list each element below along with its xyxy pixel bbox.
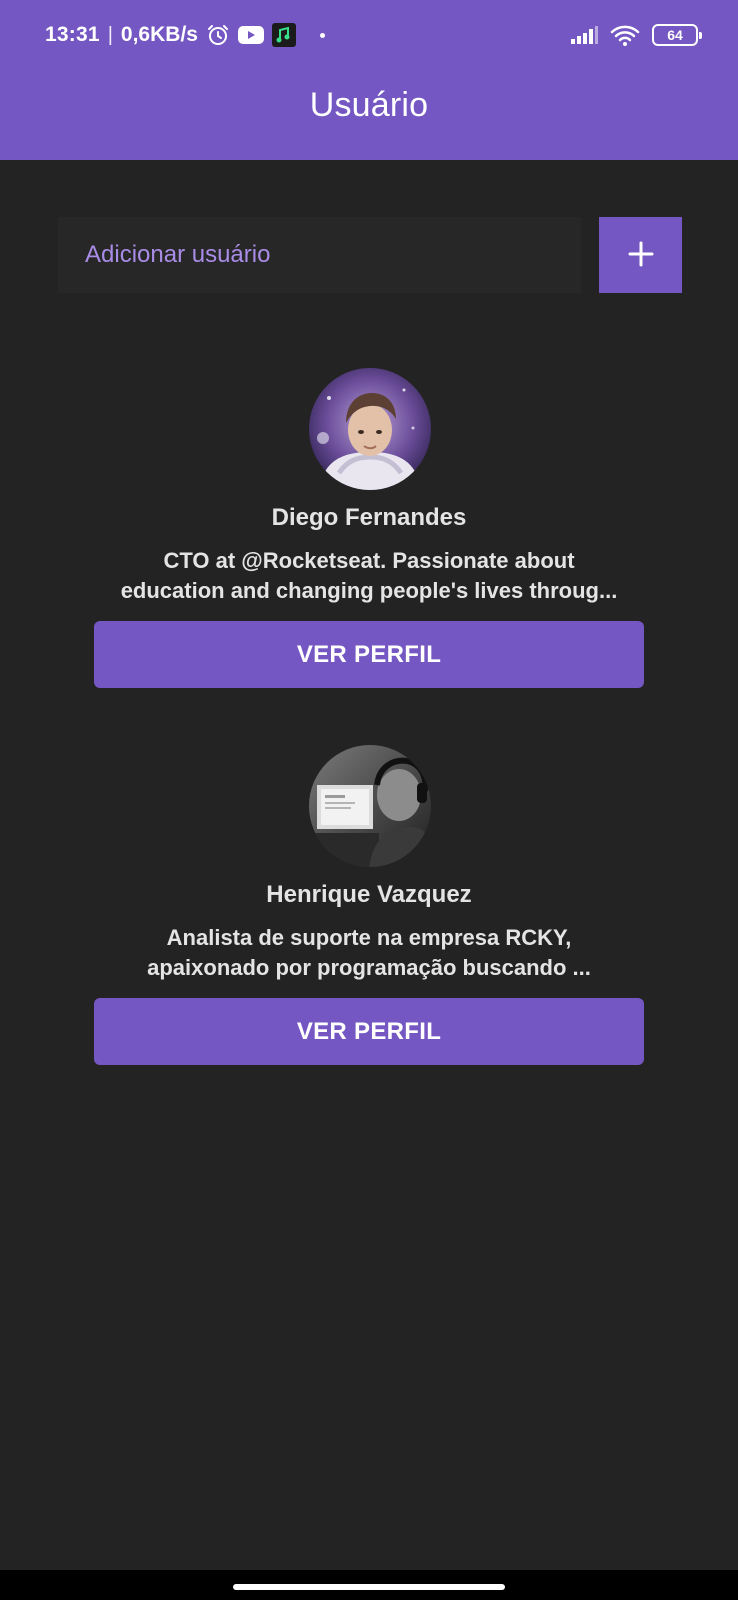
battery-level: 64 <box>667 27 683 43</box>
user-bio-line: apaixonado por programação buscando ... <box>147 955 591 980</box>
user-bio-line: Analista de suporte na empresa RCKY, <box>166 925 572 950</box>
user-bio-line: CTO at @Rocketseat. Passionate about <box>163 548 575 573</box>
view-profile-button[interactable]: VER PERFIL <box>94 998 644 1065</box>
avatar <box>309 745 431 867</box>
notification-dot <box>319 32 325 38</box>
status-separator: | <box>107 23 113 46</box>
user-bio-line: education and changing people's lives th… <box>120 578 618 603</box>
user-name: Henrique Vazquez <box>266 881 472 908</box>
add-user-input[interactable] <box>58 217 581 293</box>
app-header: 13:31 | 0,6KB/s 64 Usuário <box>0 0 738 160</box>
navigation-bar <box>0 1570 738 1600</box>
music-app-icon <box>271 23 296 47</box>
alarm-icon <box>206 23 230 47</box>
screen: 13:31 | 0,6KB/s 64 Usuário Adicionar usu… <box>0 0 738 1600</box>
view-profile-button[interactable]: VER PERFIL <box>94 621 644 688</box>
avatar <box>309 368 431 490</box>
status-time: 13:31 <box>45 23 100 46</box>
user-name: Diego Fernandes <box>271 504 467 531</box>
status-right: 64 <box>570 20 702 50</box>
plus-icon <box>628 241 654 270</box>
add-user-button[interactable] <box>599 217 682 293</box>
battery-icon: 64 <box>652 24 702 46</box>
signal-icon <box>570 25 598 45</box>
youtube-icon <box>237 25 264 45</box>
page-title: Usuário <box>309 86 429 124</box>
home-indicator[interactable] <box>233 1584 505 1590</box>
wifi-icon <box>610 24 640 46</box>
user-bio: Analista de suporte na empresa RCKY, apa… <box>100 923 638 983</box>
status-bar: 13:31 | 0,6KB/s 64 <box>0 0 738 70</box>
status-left: 13:31 | 0,6KB/s <box>45 20 325 50</box>
network-speed: 0,6KB/s <box>120 23 198 46</box>
user-bio: CTO at @Rocketseat. Passionate about edu… <box>100 546 638 606</box>
